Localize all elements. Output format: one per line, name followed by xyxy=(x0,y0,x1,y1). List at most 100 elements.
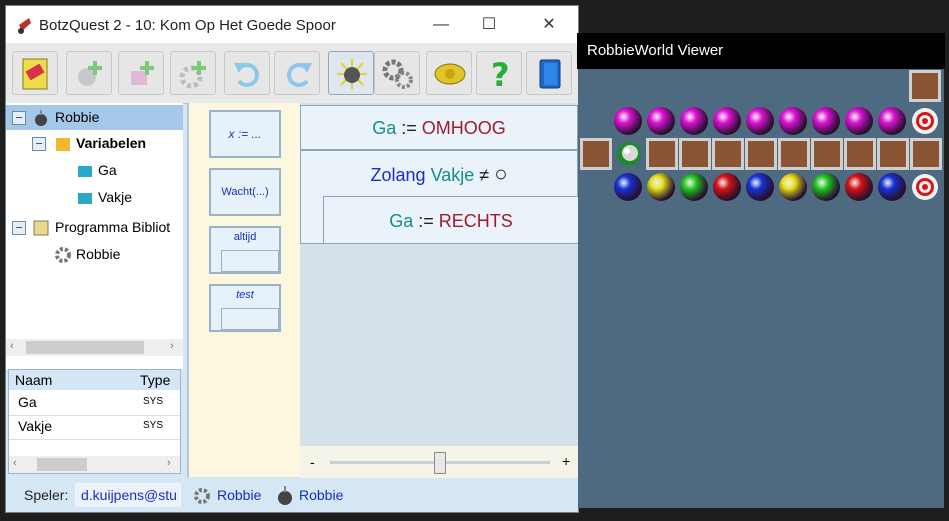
zoom-out-button[interactable]: - xyxy=(310,454,315,470)
wait-block[interactable]: Wacht(...) xyxy=(209,168,281,216)
table-row[interactable]: Ga SYS xyxy=(9,391,180,416)
scroll-thumb[interactable] xyxy=(26,341,144,354)
new-program-button[interactable] xyxy=(12,51,58,95)
redo-button[interactable] xyxy=(274,51,320,95)
crate-tile xyxy=(646,138,678,170)
crate-tile xyxy=(909,70,941,102)
svg-text:?: ? xyxy=(491,57,510,91)
statement-variable: Ga xyxy=(389,211,414,231)
badge-button[interactable] xyxy=(426,51,472,95)
add-variable-button[interactable] xyxy=(118,51,164,95)
tree-item-library-robbie[interactable]: Robbie xyxy=(6,242,183,267)
crate-tile xyxy=(910,138,942,170)
robbieworld-viewer xyxy=(578,34,944,508)
zoom-slider-thumb[interactable] xyxy=(434,452,446,474)
tree-label: Programma Bibliot xyxy=(55,219,171,235)
yellow-ball xyxy=(645,171,677,203)
statement-value: OMHOOG xyxy=(421,118,506,138)
crate-tile xyxy=(745,138,777,170)
book-button[interactable] xyxy=(526,51,572,95)
scroll-right-icon[interactable]: › xyxy=(167,457,171,469)
table-row[interactable]: Vakje SYS xyxy=(9,415,180,440)
block-palette: x := ... Wacht(...) altijd test xyxy=(187,103,302,477)
variable-icon xyxy=(78,166,92,177)
column-header-naam[interactable]: Naam xyxy=(15,372,52,388)
robot-icon xyxy=(613,138,645,170)
project-tree: − Robbie − Variabelen Ga Vakje − Program… xyxy=(6,103,183,369)
column-header-type[interactable]: Type xyxy=(140,372,170,388)
while-keyword: Zolang xyxy=(370,165,426,185)
toolbar: ? xyxy=(6,43,578,104)
tree-label: Vakje xyxy=(98,189,132,205)
viewer-title: RobbieWorld Viewer xyxy=(577,33,945,69)
while-loop-block[interactable]: Zolang Vakje ≠ ○ Ga := RECHTS xyxy=(300,150,578,244)
help-button[interactable]: ? xyxy=(476,51,522,95)
magenta-ball xyxy=(645,105,677,137)
maximize-button[interactable]: ☐ xyxy=(466,6,512,43)
blue-ball xyxy=(876,171,908,203)
tree-label: Robbie xyxy=(76,246,121,262)
while-variable: Vakje xyxy=(430,165,475,185)
magenta-ball xyxy=(744,105,776,137)
minimize-button[interactable]: — xyxy=(418,6,464,43)
tree-item-vakje[interactable]: Vakje xyxy=(6,185,183,210)
tree-item-ga[interactable]: Ga xyxy=(6,158,183,183)
player-field[interactable]: d.kuijpens@stu xyxy=(75,483,181,507)
setting-link[interactable]: Robbie xyxy=(217,487,261,503)
crate-tile xyxy=(580,138,612,170)
assign-block[interactable]: x := ... xyxy=(209,110,281,158)
scroll-thumb[interactable] xyxy=(37,458,87,471)
crate-tile xyxy=(877,138,909,170)
add-robot-button[interactable] xyxy=(66,51,112,95)
assign-statement-omhoog[interactable]: Ga := OMHOOG xyxy=(300,105,578,150)
always-block-label: altijd xyxy=(233,231,257,243)
always-block-slot xyxy=(221,250,279,272)
undo-icon xyxy=(234,63,259,87)
run-robot-icon xyxy=(337,59,367,89)
tree-item-variabelen[interactable]: − Variabelen xyxy=(6,131,183,156)
badge-icon xyxy=(434,63,466,85)
close-button[interactable]: ✕ xyxy=(526,6,572,43)
magenta-ball xyxy=(843,105,875,137)
assign-statement-rechts[interactable]: Ga := RECHTS xyxy=(323,196,578,244)
scroll-left-icon[interactable]: ‹ xyxy=(10,340,14,352)
collapse-icon[interactable]: − xyxy=(12,221,26,235)
cell-naam: Vakje xyxy=(18,418,52,434)
magenta-ball xyxy=(612,105,644,137)
add-variable-icon xyxy=(131,61,154,85)
add-setting-button[interactable] xyxy=(170,51,216,95)
target-icon xyxy=(909,105,941,137)
tree-scrollbar[interactable]: ‹ › xyxy=(6,339,183,356)
zoom-bar: - + xyxy=(300,446,578,478)
window-title: BotzQuest 2 - 10: Kom Op Het Goede Spoor xyxy=(39,17,336,34)
red-ball xyxy=(843,171,875,203)
test-block[interactable]: test xyxy=(209,284,281,332)
collapse-icon[interactable]: − xyxy=(32,137,46,151)
cell-type: SYS xyxy=(143,396,164,407)
table-scrollbar[interactable]: ‹ › xyxy=(9,456,180,473)
test-block-slot xyxy=(221,308,279,330)
magenta-ball xyxy=(678,105,710,137)
collapse-icon[interactable]: − xyxy=(12,111,26,125)
crate-tile xyxy=(811,138,843,170)
gears-button[interactable] xyxy=(374,51,420,95)
while-operator: ≠ xyxy=(479,165,490,185)
scroll-left-icon[interactable]: ‹ xyxy=(13,457,17,469)
status-bar: Speler: d.kuijpens@stu Robbie Robbie xyxy=(6,478,578,512)
undo-button[interactable] xyxy=(224,51,270,95)
crate-tile xyxy=(712,138,744,170)
zoom-in-button[interactable]: + xyxy=(562,453,570,469)
tree-label: Ga xyxy=(98,162,117,178)
variable-table: Naam Type Ga SYS Vakje SYS ‹ › xyxy=(8,369,181,474)
blue-ball xyxy=(612,171,644,203)
tree-item-robbie[interactable]: − Robbie xyxy=(6,105,183,130)
tree-label: Robbie xyxy=(55,109,100,125)
crate-tile xyxy=(679,138,711,170)
tree-item-library[interactable]: − Programma Bibliot xyxy=(6,215,183,240)
robot-link[interactable]: Robbie xyxy=(299,487,343,503)
player-value: d.kuijpens@stu xyxy=(81,487,177,503)
library-icon xyxy=(33,220,49,236)
run-robot-button[interactable] xyxy=(328,51,374,95)
scroll-right-icon[interactable]: › xyxy=(170,340,174,352)
always-block[interactable]: altijd xyxy=(209,226,281,274)
